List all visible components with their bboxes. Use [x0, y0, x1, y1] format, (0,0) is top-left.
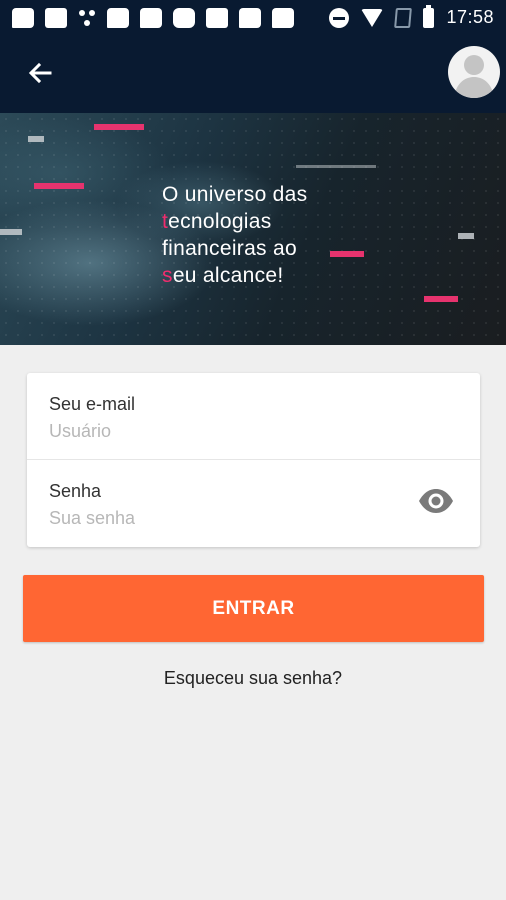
notification-icons — [12, 8, 294, 28]
chat-icon — [272, 8, 294, 28]
email-field[interactable] — [49, 421, 409, 442]
tagline-line-4: seu alcance! — [162, 262, 307, 289]
app-bar — [0, 36, 506, 113]
banner-grey-stripe — [28, 136, 44, 142]
forgot-password-link[interactable]: Esqueceu sua senha? — [0, 668, 506, 689]
tagline-accent-letter: s — [162, 264, 173, 287]
login-button[interactable]: ENTRAR — [23, 575, 484, 642]
tagline-line-2: tecnologias — [162, 208, 307, 235]
no-sim-icon — [394, 7, 413, 28]
hero-banner: O universo das tecnologias financeiras a… — [0, 113, 506, 345]
tagline-text: ecnologias — [168, 210, 272, 233]
chat-icon — [239, 8, 261, 28]
eye-icon — [419, 489, 453, 513]
chat-icon — [107, 8, 129, 28]
banner-grey-stripe — [296, 165, 376, 168]
image-icon — [45, 8, 67, 28]
password-field[interactable] — [49, 508, 409, 529]
share-icon — [78, 8, 96, 28]
banner-grey-stripe — [458, 233, 474, 239]
app-icon — [173, 8, 195, 28]
chat-icon — [140, 8, 162, 28]
messages-icon — [12, 8, 34, 28]
banner-tagline: O universo das tecnologias financeiras a… — [162, 181, 307, 289]
login-card: Seu e-mail Senha — [27, 373, 480, 547]
battery-icon — [423, 4, 435, 28]
system-icons: 17:58 — [329, 4, 494, 28]
user-avatar-icon — [454, 55, 494, 98]
password-field-group: Senha — [27, 460, 480, 546]
email-field-group: Seu e-mail — [27, 373, 480, 460]
password-visibility-toggle[interactable] — [418, 488, 454, 514]
banner-accent-stripe — [424, 296, 458, 302]
tagline-text: eu alcance! — [172, 264, 284, 287]
banner-grey-stripe — [0, 229, 22, 235]
email-label: Seu e-mail — [49, 394, 136, 414]
wifi-icon — [361, 8, 384, 27]
password-label: Senha — [49, 481, 102, 501]
banner-accent-stripe — [330, 251, 364, 257]
status-bar: 17:58 — [0, 0, 506, 36]
banner-accent-stripe — [94, 124, 144, 130]
tagline-line-1: O universo das — [162, 183, 308, 206]
user-avatar[interactable] — [448, 46, 500, 98]
status-time: 17:58 — [446, 7, 494, 27]
do-not-disturb-icon — [329, 7, 350, 28]
back-button[interactable] — [20, 54, 60, 94]
banner-accent-stripe — [34, 183, 84, 189]
notes-icon — [206, 8, 228, 28]
tagline-line-3: financeiras ao — [162, 237, 297, 260]
arrow-back-icon — [28, 62, 52, 84]
